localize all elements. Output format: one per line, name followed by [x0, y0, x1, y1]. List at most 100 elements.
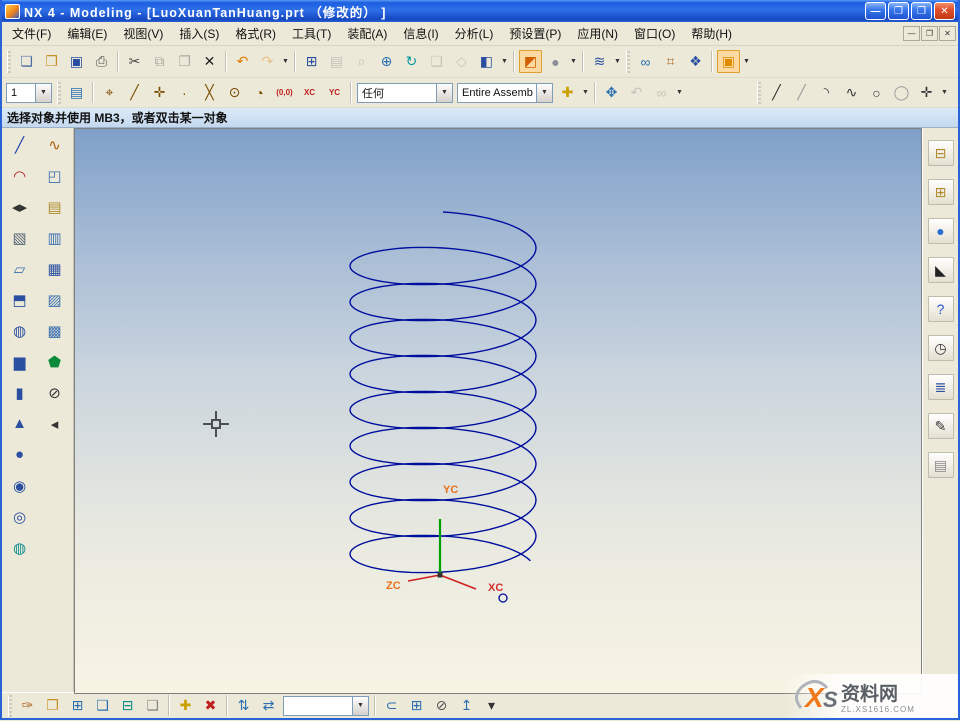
menu-insert[interactable]: 插入(S): [171, 22, 227, 45]
isometric-view-icon-caret[interactable]: ▼: [499, 50, 510, 73]
close-button[interactable]: ✕: [934, 2, 955, 20]
application-gateway-icon[interactable]: ▣: [717, 50, 740, 73]
refresh-icon[interactable]: ↻: [400, 50, 423, 73]
snap-quadrant-point-icon[interactable]: ◔: [248, 81, 271, 104]
swept-icon[interactable]: ▨: [43, 288, 66, 311]
add-to-selection-icon-caret[interactable]: ▼: [580, 81, 591, 104]
toolbar-drag-handle[interactable]: [8, 695, 12, 717]
view-layout-icon-caret[interactable]: ▼: [612, 50, 623, 73]
paste-icon[interactable]: ❐: [173, 50, 196, 73]
application-gateway-icon-caret[interactable]: ▼: [741, 50, 752, 73]
n-sided-surface-icon[interactable]: ⬟: [43, 350, 66, 373]
notes-icon[interactable]: ≣: [928, 374, 954, 400]
doc-restore-button[interactable]: ❐: [921, 26, 938, 41]
interpart-link-icon-caret[interactable]: ▼: [674, 81, 685, 104]
new-part-icon[interactable]: ❏: [15, 50, 38, 73]
graphics-window[interactable]: YCXCZC: [74, 128, 922, 694]
sketch-icon[interactable]: ▧: [8, 226, 31, 249]
layout-icon[interactable]: ⊟: [116, 694, 139, 717]
print-icon[interactable]: ⎙: [90, 50, 113, 73]
tube-icon[interactable]: ◍: [8, 536, 31, 559]
add-to-selection-icon[interactable]: ✚: [556, 81, 579, 104]
ruled-surface-icon[interactable]: ▥: [43, 226, 66, 249]
remove-component-icon[interactable]: ✖: [199, 694, 222, 717]
snap-arc-center-icon[interactable]: ⊙: [223, 81, 246, 104]
menu-assemblies[interactable]: 装配(A): [339, 22, 395, 45]
snapshot-icon[interactable]: ⌗: [659, 50, 682, 73]
layer-category-icon[interactable]: ▤: [65, 81, 88, 104]
zc-axis[interactable]: [408, 575, 440, 581]
block-icon[interactable]: ▆: [8, 350, 31, 373]
bounded-plane-icon[interactable]: ▦: [43, 257, 66, 280]
cone-feature-icon[interactable]: ▲: [8, 412, 31, 435]
minimize-button[interactable]: —: [865, 2, 886, 20]
zoom-in-out-icon[interactable]: ⊕: [375, 50, 398, 73]
snap-midpoint-icon[interactable]: ✛: [148, 81, 171, 104]
toolbar-drag-handle[interactable]: [757, 82, 761, 104]
selection-filter-combo[interactable]: 任何 ▼: [357, 83, 453, 103]
interpart-link-icon[interactable]: ∞: [650, 81, 673, 104]
restore-button[interactable]: ❐: [888, 2, 909, 20]
menu-preferences[interactable]: 预设置(P): [501, 22, 569, 45]
surface-icon[interactable]: ◰: [43, 164, 66, 187]
spline-icon[interactable]: ∿: [43, 133, 66, 156]
high-quality-image-icon[interactable]: ❖: [684, 50, 707, 73]
wcs-xc-icon[interactable]: XC: [298, 81, 321, 104]
reference-set-combo-arrow[interactable]: ▼: [352, 697, 368, 715]
wave-link-icon[interactable]: ⇄: [257, 694, 280, 717]
snap-control-point-icon[interactable]: ∙: [173, 81, 196, 104]
revolve-icon[interactable]: ◍: [8, 319, 31, 342]
menu-format[interactable]: 格式(R): [227, 22, 284, 45]
redo-icon[interactable]: ↷: [256, 50, 279, 73]
sphere-feature-icon[interactable]: ●: [8, 443, 31, 466]
helix-endpoint-marker[interactable]: [499, 594, 507, 602]
part-navigator-icon[interactable]: ●: [928, 218, 954, 244]
cylinder-feature-icon[interactable]: ▮: [8, 381, 31, 404]
menu-application[interactable]: 应用(N): [569, 22, 626, 45]
doc-minimize-button[interactable]: —: [903, 26, 920, 41]
helix-curve[interactable]: [350, 212, 536, 573]
dock-arrows-icon[interactable]: ◂▸: [8, 195, 31, 218]
arc-circle-icon[interactable]: ◠: [8, 164, 31, 187]
open-icon[interactable]: ❒: [40, 50, 63, 73]
attachment-icon[interactable]: ⊘: [430, 694, 453, 717]
selection-scope-arrow[interactable]: ▼: [536, 84, 552, 102]
spline-tool-icon[interactable]: ∿: [840, 81, 863, 104]
expand-window-icon[interactable]: ❏: [141, 694, 164, 717]
extrude-icon[interactable]: ⬒: [8, 288, 31, 311]
reorder-icon[interactable]: ⇅: [232, 694, 255, 717]
menu-information[interactable]: 信息(I): [395, 22, 446, 45]
add-component-icon[interactable]: ✚: [174, 694, 197, 717]
isometric-view-icon[interactable]: ◧: [475, 50, 498, 73]
inferred-line-icon[interactable]: ╱: [790, 81, 813, 104]
section-surface-icon[interactable]: ⊘: [43, 381, 66, 404]
menu-help[interactable]: 帮助(H): [683, 22, 740, 45]
boolean-unite-icon[interactable]: ◉: [8, 474, 31, 497]
zoom-icon[interactable]: ⌕: [350, 50, 373, 73]
restore2-button[interactable]: ❐: [911, 2, 932, 20]
toolbar-drag-handle[interactable]: [7, 51, 11, 73]
training-icon[interactable]: ◣: [928, 257, 954, 283]
sheet-body-icon[interactable]: ▩: [43, 319, 66, 342]
work-layer-combo[interactable]: 1 ▼: [6, 83, 52, 103]
snap-inferred-point-icon[interactable]: ⌖: [98, 81, 121, 104]
move-object-icon[interactable]: ✥: [600, 81, 623, 104]
copy-icon[interactable]: ⧉: [148, 50, 171, 73]
mirror-assembly-icon[interactable]: ⊂: [380, 694, 403, 717]
view-layout-icon[interactable]: ≋: [588, 50, 611, 73]
undo-selection-icon[interactable]: ↶: [625, 81, 648, 104]
more-tools-caret-icon[interactable]: ▾: [480, 694, 503, 717]
cut-icon[interactable]: ✂: [123, 50, 146, 73]
redo-icon-caret[interactable]: ▼: [280, 50, 291, 73]
menu-edit[interactable]: 编辑(E): [59, 22, 115, 45]
start-application-icon[interactable]: ◩: [519, 50, 542, 73]
through-curves-icon[interactable]: ▤: [43, 195, 66, 218]
datum-plane-icon[interactable]: ▱: [8, 257, 31, 280]
fit-view-icon[interactable]: ❑: [425, 50, 448, 73]
snap-intersection-icon[interactable]: ╳: [198, 81, 221, 104]
open-part-icon[interactable]: ❒: [41, 694, 64, 717]
help-icon[interactable]: ?: [928, 296, 954, 322]
graphics-canvas[interactable]: YCXCZC: [75, 129, 925, 695]
menu-file[interactable]: 文件(F): [4, 22, 59, 45]
collapse-toolbar-icon[interactable]: ◂: [43, 412, 66, 435]
